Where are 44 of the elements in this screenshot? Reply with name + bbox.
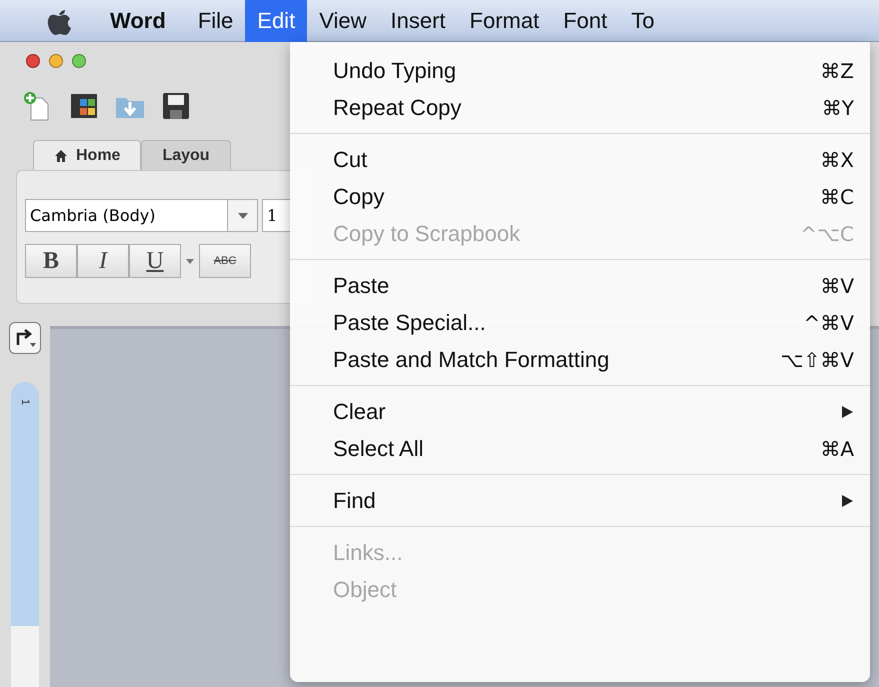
menu-item[interactable]: Paste ⌘V [290,267,870,304]
menu-item[interactable]: Cut ⌘X [290,141,870,178]
menu-item[interactable]: Select All ⌘A [290,430,870,467]
menu-bar-item[interactable]: View [307,0,378,42]
menu-item[interactable]: Paste Special... ^⌘V [290,304,870,341]
strikethrough-button[interactable]: ABC [199,244,251,278]
vertical-ruler: 1 [11,382,39,687]
menu-bar-item[interactable]: Format [458,0,552,42]
menu-item[interactable]: Find [290,482,870,519]
submenu-arrow-icon [840,404,854,418]
minimize-button[interactable] [49,54,63,68]
menu-item[interactable]: Undo Typing ⌘Z [290,52,870,89]
menu-bar-item[interactable]: File [186,0,246,42]
menu-bar-item[interactable]: Word [98,0,178,42]
caret-icon [238,212,248,218]
ribbon-tab[interactable]: Home [33,140,142,170]
menu-item[interactable]: Paste and Match Formatting ⌥⇧⌘V [290,341,870,378]
home-icon [54,148,68,162]
menu-bar-item[interactable]: Edit [245,0,308,42]
shortcut-label: ⌘X [820,148,854,172]
menu-bar-item[interactable]: Insert [378,0,458,42]
menu-bar-item[interactable]: To [619,0,666,42]
font-dropdown-button[interactable] [228,199,258,232]
shortcut-label: ^⌥C [800,222,854,246]
save-icon[interactable] [160,90,192,122]
shortcut-label: ⌘A [820,436,854,460]
close-button[interactable] [26,54,40,68]
shortcut-label: ^⌘V [804,310,854,334]
ribbon-tab[interactable]: Layou [141,140,231,170]
menu-bar-item[interactable]: Font [551,0,620,42]
shortcut-label: ⌥⇧⌘V [780,348,854,372]
shortcut-label: ⌘Y [822,96,854,120]
zoom-button[interactable] [72,54,86,68]
italic-button[interactable]: I [77,244,129,278]
underline-button[interactable]: U [129,244,181,278]
shortcut-label: ⌘V [820,274,854,298]
submenu-arrow-icon [840,494,854,508]
menu-item[interactable]: Repeat Copy ⌘Y [290,89,870,126]
caret-icon[interactable] [186,258,194,264]
bold-button[interactable]: B [25,244,77,278]
font-name-field[interactable]: Cambria (Body) [25,199,228,232]
menu-item[interactable]: Clear [290,393,870,430]
shortcut-label: ⌘C [820,184,854,208]
shortcut-label: ⌘Z [820,58,854,82]
